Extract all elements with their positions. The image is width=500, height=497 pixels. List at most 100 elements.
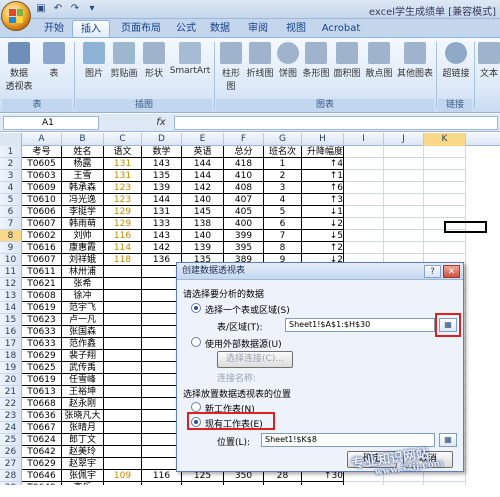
cell[interactable]: 138 bbox=[182, 218, 224, 230]
row-header[interactable]: 21 bbox=[0, 386, 22, 398]
cell[interactable]: 刘帅 bbox=[62, 230, 104, 242]
cell[interactable] bbox=[384, 218, 424, 230]
cell[interactable]: 399 bbox=[224, 230, 264, 242]
cell[interactable]: T0633 bbox=[22, 326, 62, 338]
cell[interactable]: 5 bbox=[264, 206, 302, 218]
row-header[interactable]: 16 bbox=[0, 326, 22, 338]
help-icon[interactable]: ? bbox=[424, 265, 441, 278]
cell[interactable]: 139 bbox=[142, 182, 182, 194]
hyperlink-button[interactable]: 超链接 bbox=[440, 42, 472, 79]
column-header-h[interactable]: H bbox=[302, 133, 344, 146]
radio-new-sheet[interactable] bbox=[191, 402, 201, 412]
column-header-f[interactable]: F bbox=[224, 133, 264, 146]
cell[interactable]: 考号 bbox=[22, 146, 62, 158]
cell[interactable]: T0619 bbox=[22, 374, 62, 386]
row-header[interactable]: 28 bbox=[0, 470, 22, 482]
row-header[interactable]: 19 bbox=[0, 362, 22, 374]
cell[interactable]: T0611 bbox=[22, 266, 62, 278]
cell[interactable]: 刘祥娥 bbox=[62, 254, 104, 266]
cell[interactable] bbox=[424, 182, 466, 194]
cell[interactable] bbox=[384, 206, 424, 218]
cell[interactable]: T0607 bbox=[22, 218, 62, 230]
cell[interactable]: 语文 bbox=[104, 146, 142, 158]
cell[interactable]: 144 bbox=[182, 158, 224, 170]
cell[interactable]: 赵翠宇 bbox=[62, 458, 104, 470]
cell[interactable] bbox=[424, 158, 466, 170]
cell[interactable]: 143 bbox=[142, 158, 182, 170]
cell[interactable]: 王裕坤 bbox=[62, 386, 104, 398]
cell[interactable]: ↓2 bbox=[302, 218, 344, 230]
cell[interactable] bbox=[104, 410, 142, 422]
pie-chart-button[interactable]: 饼图 bbox=[276, 42, 300, 79]
cell[interactable]: T0623 bbox=[22, 314, 62, 326]
clipart-button[interactable]: 剪贴画 bbox=[108, 42, 140, 79]
cell[interactable]: 范作鑫 bbox=[62, 338, 104, 350]
row-header[interactable]: 13 bbox=[0, 290, 22, 302]
cell[interactable]: 4 bbox=[264, 194, 302, 206]
tab-page-layout[interactable]: 页面布局 bbox=[114, 20, 168, 37]
cell[interactable]: 8 bbox=[264, 242, 302, 254]
cell[interactable]: 133 bbox=[142, 218, 182, 230]
cell[interactable]: 114 bbox=[104, 242, 142, 254]
cell[interactable] bbox=[104, 374, 142, 386]
cell[interactable]: 116 bbox=[104, 230, 142, 242]
cell[interactable] bbox=[424, 146, 466, 158]
row-header[interactable]: 11 bbox=[0, 266, 22, 278]
cell[interactable]: T0602 bbox=[22, 230, 62, 242]
cell[interactable]: T0629 bbox=[22, 350, 62, 362]
cell[interactable] bbox=[104, 350, 142, 362]
row-header[interactable]: 3 bbox=[0, 170, 22, 182]
close-icon[interactable]: ✕ bbox=[443, 265, 460, 278]
cell[interactable] bbox=[344, 158, 384, 170]
cell[interactable]: T0607 bbox=[22, 254, 62, 266]
redo-icon[interactable]: ↷ bbox=[68, 2, 82, 16]
tab-insert[interactable]: 插入 bbox=[72, 20, 110, 37]
cell[interactable] bbox=[344, 170, 384, 182]
cell[interactable] bbox=[104, 458, 142, 470]
cell[interactable]: ↑1 bbox=[302, 170, 344, 182]
cell[interactable]: 姓名 bbox=[62, 146, 104, 158]
cell[interactable]: 杨露 bbox=[62, 158, 104, 170]
cell[interactable] bbox=[344, 146, 384, 158]
table-range-input[interactable]: Sheet1!$A$1:$H$30 bbox=[285, 318, 435, 332]
cell[interactable] bbox=[104, 302, 142, 314]
column-header-b[interactable]: B bbox=[62, 133, 104, 146]
row-header[interactable]: 22 bbox=[0, 398, 22, 410]
row-header[interactable]: 7 bbox=[0, 218, 22, 230]
cell[interactable] bbox=[424, 242, 466, 254]
table-button[interactable]: 表 bbox=[40, 42, 68, 79]
cell[interactable]: T0642 bbox=[22, 446, 62, 458]
cell[interactable] bbox=[344, 194, 384, 206]
cell[interactable]: T0629 bbox=[22, 458, 62, 470]
cell[interactable]: 韩雨萌 bbox=[62, 218, 104, 230]
cell[interactable]: 135 bbox=[142, 170, 182, 182]
cell[interactable]: 144 bbox=[142, 194, 182, 206]
cell[interactable]: 400 bbox=[224, 218, 264, 230]
tab-acrobat[interactable]: Acrobat bbox=[318, 20, 364, 37]
row-header[interactable]: 17 bbox=[0, 338, 22, 350]
cell[interactable]: T0610 bbox=[22, 194, 62, 206]
select-all-corner[interactable] bbox=[0, 133, 22, 146]
cell[interactable]: 康惠霞 bbox=[62, 242, 104, 254]
picture-button[interactable]: 图片 bbox=[80, 42, 108, 79]
cell[interactable] bbox=[384, 230, 424, 242]
location-input[interactable]: Sheet1!$K$8 bbox=[261, 433, 435, 447]
name-box[interactable]: A1 bbox=[3, 116, 99, 130]
cell[interactable]: 武传禹 bbox=[62, 362, 104, 374]
customize-icon[interactable]: ▾ bbox=[85, 2, 99, 16]
cell[interactable]: 418 bbox=[224, 158, 264, 170]
cell[interactable] bbox=[424, 206, 466, 218]
cell[interactable] bbox=[384, 170, 424, 182]
cell[interactable]: T0603 bbox=[22, 170, 62, 182]
cell[interactable]: 145 bbox=[182, 206, 224, 218]
cell[interactable]: 张希 bbox=[62, 278, 104, 290]
cell[interactable] bbox=[104, 314, 142, 326]
cell[interactable] bbox=[104, 398, 142, 410]
cell[interactable]: T0613 bbox=[22, 386, 62, 398]
cell[interactable]: T0619 bbox=[22, 302, 62, 314]
cancel-button[interactable]: 取消 bbox=[403, 451, 453, 468]
tab-review[interactable]: 审阅 bbox=[244, 20, 272, 37]
cell[interactable]: 140 bbox=[182, 230, 224, 242]
cell[interactable] bbox=[384, 242, 424, 254]
cell[interactable]: T0606 bbox=[22, 206, 62, 218]
